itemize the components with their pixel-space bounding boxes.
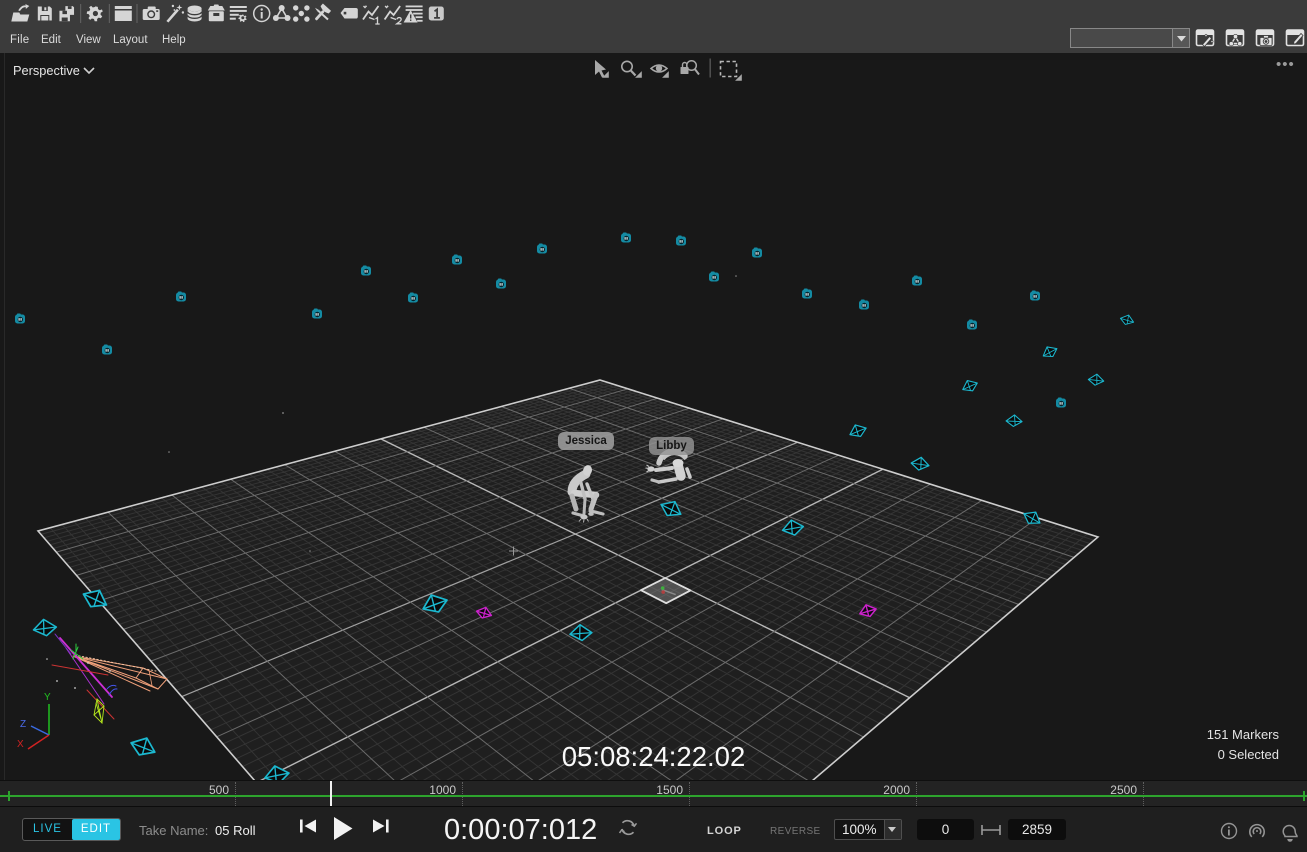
svg-text:Z: Z	[20, 719, 26, 730]
svg-text:Y: Y	[44, 692, 51, 703]
